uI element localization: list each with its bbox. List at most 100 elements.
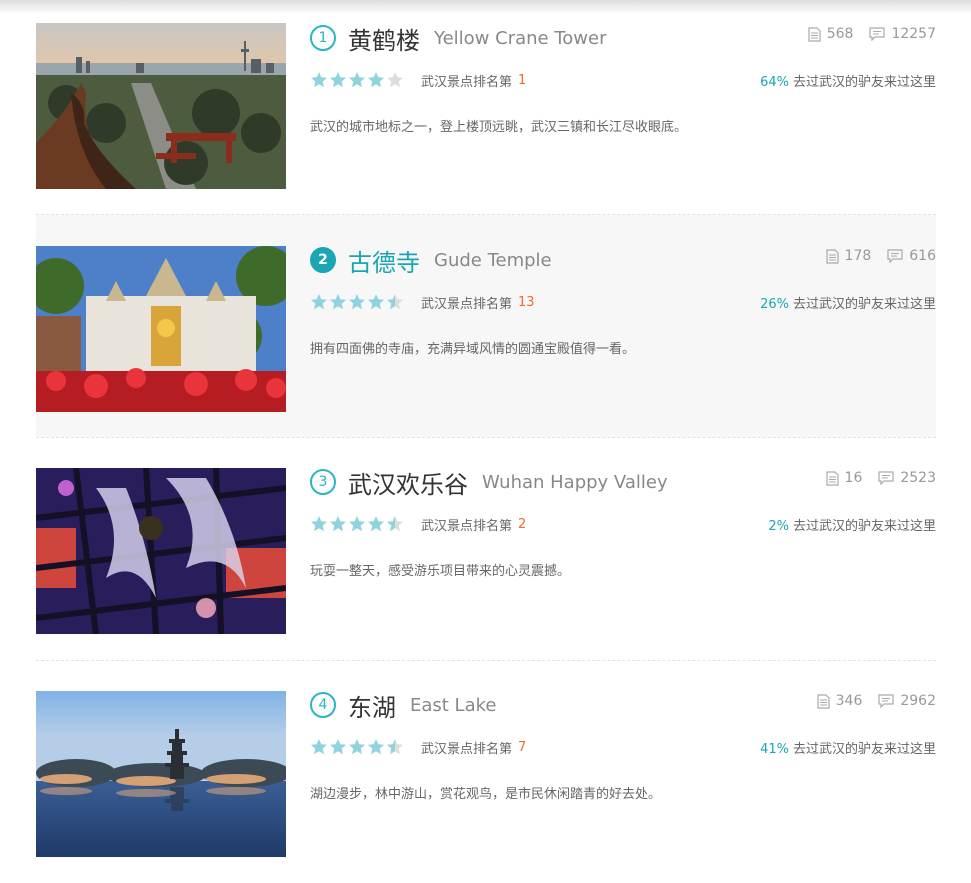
stats: 16 2523 xyxy=(810,470,936,486)
comments-stat[interactable]: 12257 xyxy=(869,26,936,42)
rating-row: 武汉景点排名第 1 64% 去过武汉的驴友来过这里 xyxy=(310,70,936,90)
comments-count: 616 xyxy=(909,248,936,264)
star-rating xyxy=(310,515,405,533)
attraction-item: 3 武汉欢乐谷 Wuhan Happy Valley 16 2523 武汉景点排… xyxy=(36,438,936,660)
rank-badge: 1 xyxy=(310,25,336,51)
star-icon xyxy=(349,739,365,755)
star-icon xyxy=(368,72,384,88)
attraction-description: 武汉的城市地标之一，登上楼顶远眺，武汉三镇和长江尽收眼底。 xyxy=(310,120,688,135)
star-rating xyxy=(310,71,405,89)
visited-percent: 64% xyxy=(760,74,789,90)
attraction-name-en: East Lake xyxy=(410,694,497,716)
document-icon xyxy=(825,248,839,264)
comments-count: 2523 xyxy=(900,470,936,486)
attraction-photo-happy-valley[interactable] xyxy=(36,468,286,634)
star-icon xyxy=(330,516,346,532)
document-icon xyxy=(808,26,821,42)
attraction-name-en: Gude Temple xyxy=(434,249,552,271)
attraction-item: 2 古德寺 Gude Temple 178 616 武汉景点排名第 13 26%… xyxy=(36,215,936,437)
notes-count: 16 xyxy=(844,470,863,486)
comment-icon xyxy=(887,249,903,263)
document-icon xyxy=(817,693,830,709)
rank-badge: 2 xyxy=(310,247,336,273)
comments-count: 2962 xyxy=(900,693,936,709)
rating-row: 武汉景点排名第 2 2% 去过武汉的驴友来过这里 xyxy=(310,514,936,534)
stats: 178 616 xyxy=(810,248,936,264)
rank-number: 13 xyxy=(518,294,535,310)
visited-info: 2% 去过武汉的驴友来过这里 xyxy=(768,515,936,534)
stats: 568 12257 xyxy=(792,26,936,42)
rank-badge: 4 xyxy=(310,692,336,718)
star-icon xyxy=(330,739,346,755)
attraction-name-cn[interactable]: 黄鹤楼 xyxy=(348,21,420,56)
attraction-photo-yellow-crane-tower[interactable] xyxy=(36,23,286,189)
visited-text: 去过武汉的驴友来过这里 xyxy=(792,741,936,757)
attraction-description: 拥有四面佛的寺庙，充满异域风情的圆通宝殿值得一看。 xyxy=(310,342,636,357)
visited-info: 64% 去过武汉的驴友来过这里 xyxy=(760,71,936,90)
title-row: 4 东湖 East Lake xyxy=(310,688,497,723)
attraction-photo-east-lake[interactable] xyxy=(36,691,286,857)
comments-stat[interactable]: 2962 xyxy=(878,693,936,709)
notes-count: 346 xyxy=(835,693,863,709)
star-icon xyxy=(311,294,327,310)
attraction-item: 4 东湖 East Lake 346 2962 武汉景点排名第 7 41% 去过… xyxy=(36,661,936,883)
star-icon xyxy=(311,739,327,755)
star-icon xyxy=(368,739,384,755)
notes-count: 178 xyxy=(844,248,872,264)
notes-stat[interactable]: 568 xyxy=(808,26,854,42)
attraction-photo-gude-temple[interactable] xyxy=(36,246,286,412)
rank-label: 武汉景点排名第 xyxy=(421,74,513,90)
visited-percent: 2% xyxy=(768,518,789,534)
star-icon xyxy=(330,72,346,88)
attraction-description: 湖边漫步，林中游山，赏花观鸟，是市民休闲踏青的好去处。 xyxy=(310,787,662,802)
visited-info: 26% 去过武汉的驴友来过这里 xyxy=(760,293,936,312)
rank-label: 武汉景点排名第 xyxy=(421,741,513,757)
star-rating xyxy=(310,293,405,311)
notes-stat[interactable]: 178 xyxy=(825,248,872,264)
star-icon xyxy=(330,294,346,310)
rating-row: 武汉景点排名第 7 41% 去过武汉的驴友来过这里 xyxy=(310,737,936,757)
comments-stat[interactable]: 2523 xyxy=(878,470,936,486)
star-icon xyxy=(349,516,365,532)
star-icon xyxy=(387,294,403,310)
notes-count: 568 xyxy=(826,26,854,42)
comments-count: 12257 xyxy=(891,26,936,42)
attraction-name-en: Yellow Crane Tower xyxy=(434,27,607,49)
attraction-name-cn[interactable]: 东湖 xyxy=(348,688,396,723)
star-icon xyxy=(387,72,403,88)
visited-text: 去过武汉的驴友来过这里 xyxy=(792,296,936,312)
visited-percent: 26% xyxy=(760,296,789,312)
rank-badge: 3 xyxy=(310,469,336,495)
rating-row: 武汉景点排名第 13 26% 去过武汉的驴友来过这里 xyxy=(310,292,936,312)
comment-icon xyxy=(878,471,894,485)
title-row: 3 武汉欢乐谷 Wuhan Happy Valley xyxy=(310,465,668,500)
notes-stat[interactable]: 16 xyxy=(825,470,863,486)
star-icon xyxy=(311,72,327,88)
title-row: 1 黄鹤楼 Yellow Crane Tower xyxy=(310,21,607,56)
attraction-name-cn[interactable]: 古德寺 xyxy=(348,243,420,278)
rank-label: 武汉景点排名第 xyxy=(421,518,513,534)
comment-icon xyxy=(869,27,886,41)
rank-label: 武汉景点排名第 xyxy=(421,296,513,312)
visited-text: 去过武汉的驴友来过这里 xyxy=(792,518,936,534)
star-icon xyxy=(349,294,365,310)
visited-percent: 41% xyxy=(760,741,789,757)
visited-info: 41% 去过武汉的驴友来过这里 xyxy=(760,738,936,757)
star-icon xyxy=(368,516,384,532)
comments-stat[interactable]: 616 xyxy=(887,248,936,264)
star-icon xyxy=(387,516,403,532)
attraction-name-cn[interactable]: 武汉欢乐谷 xyxy=(348,465,468,500)
title-row: 2 古德寺 Gude Temple xyxy=(310,243,552,278)
rank-number: 2 xyxy=(518,516,527,532)
attraction-name-en: Wuhan Happy Valley xyxy=(482,471,668,493)
star-icon xyxy=(311,516,327,532)
star-icon xyxy=(368,294,384,310)
rank-number: 1 xyxy=(518,72,527,88)
attraction-description: 玩耍一整天，感受游乐项目带来的心灵震撼。 xyxy=(310,564,571,579)
star-icon xyxy=(387,739,403,755)
rank-number: 7 xyxy=(518,739,527,755)
document-icon xyxy=(825,470,839,486)
stats: 346 2962 xyxy=(801,693,936,709)
star-icon xyxy=(349,72,365,88)
notes-stat[interactable]: 346 xyxy=(817,693,863,709)
